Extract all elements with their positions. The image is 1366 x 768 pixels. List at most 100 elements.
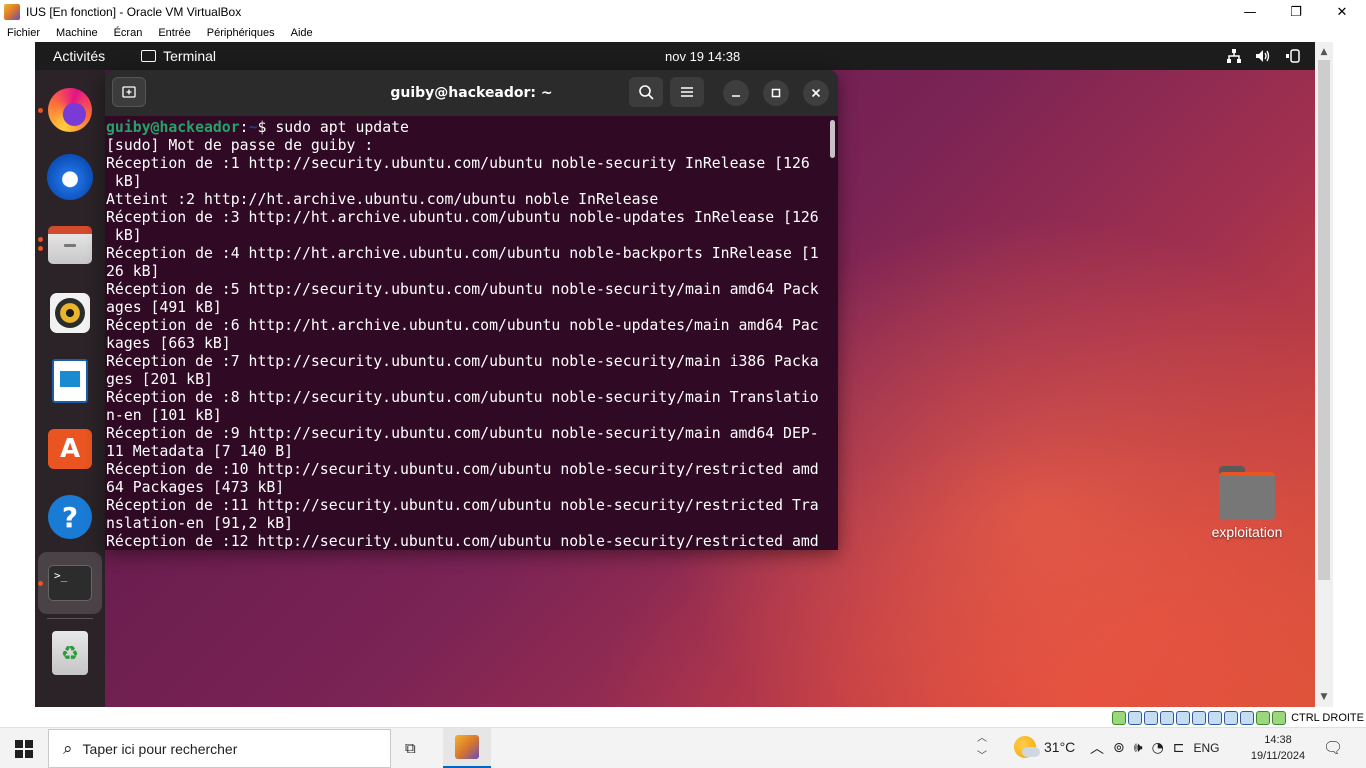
new-tab-icon — [122, 86, 136, 98]
input-language[interactable]: ENG — [1194, 741, 1220, 755]
folder-icon — [1219, 466, 1275, 520]
system-tray: ︿ ⊚ 🕪 ◔ ⊏ ENG — [1090, 728, 1220, 768]
menu-peripheriques[interactable]: Périphériques — [207, 27, 275, 39]
menu-ecran[interactable]: Écran — [114, 27, 143, 39]
weather-temperature: 31°C — [1044, 739, 1076, 755]
taskbar-date: 19/11/2024 — [1250, 750, 1306, 762]
terminal-output-line: Atteint :2 http://ht.archive.ubuntu.com/… — [106, 191, 659, 208]
terminal-icon: >_ — [48, 565, 92, 601]
host-key-label: CTRL DROITE — [1291, 712, 1364, 724]
search-placeholder: Taper ici pour rechercher — [82, 740, 238, 757]
display-icon[interactable] — [1208, 711, 1223, 725]
activities-button[interactable]: Activités — [53, 48, 105, 64]
optical-drive-icon[interactable] — [1128, 711, 1143, 725]
task-view-icon[interactable]: ⧉ — [405, 739, 425, 757]
guest-vertical-scrollbar[interactable]: ▲ ▼ — [1315, 42, 1333, 707]
minimize-button[interactable]: — — [1227, 0, 1273, 24]
search-icon: ⌕ — [63, 738, 73, 759]
dock-item-writer[interactable] — [45, 356, 95, 406]
shared-folders-icon[interactable] — [1192, 711, 1207, 725]
virtualbox-statusbar: CTRL DROITE — [1112, 710, 1364, 726]
taskbar-virtualbox-button[interactable] — [443, 728, 491, 768]
running-indicator — [38, 237, 43, 242]
desktop-folder-exploitation[interactable]: exploitation — [1199, 466, 1295, 540]
focused-app-label: Terminal — [163, 48, 217, 64]
dock-item-help[interactable]: ? — [45, 492, 95, 542]
maximize-icon — [771, 88, 781, 98]
audio-icon[interactable] — [1144, 711, 1159, 725]
topbar-clock[interactable]: nov 19 14:38 — [665, 42, 740, 70]
dock-item-files[interactable] — [45, 220, 95, 270]
windows-start-icon[interactable] — [15, 740, 33, 758]
terminal-output-line: Réception de :3 http://ht.archive.ubuntu… — [106, 209, 819, 226]
terminal-window[interactable]: guiby@hackeador: ~ guiby@hackeador:~$ su… — [105, 70, 838, 550]
terminal-output-line: Réception de :9 http://security.ubuntu.c… — [106, 425, 819, 442]
dock-item-firefox[interactable] — [45, 85, 95, 135]
terminal-output-line: kages [663 kB] — [106, 335, 231, 352]
terminal-output-line: Réception de :5 http://security.ubuntu.c… — [106, 281, 819, 298]
terminal-output-line: 64 Packages [473 kB] — [106, 479, 285, 496]
terminal-output-line: Réception de :11 http://security.ubuntu.… — [106, 497, 819, 514]
hamburger-menu-icon — [681, 87, 693, 97]
wifi-icon[interactable]: ◔ — [1152, 740, 1164, 756]
taskbar-overflow-arrows[interactable]: ︿ ﹀ — [976, 730, 988, 766]
hard-disk-icon[interactable] — [1112, 711, 1127, 725]
dock-item-thunderbird[interactable] — [45, 152, 95, 202]
terminal-maximize-button[interactable] — [763, 80, 789, 106]
menu-machine[interactable]: Machine — [56, 27, 98, 39]
terminal-command: sudo apt update — [275, 119, 409, 136]
terminal-output-line: ges [201 kB] — [106, 371, 213, 388]
terminal-close-button[interactable] — [803, 80, 829, 106]
notification-center-icon[interactable]: 🗨 — [1323, 738, 1343, 757]
recording-icon[interactable] — [1224, 711, 1239, 725]
help-icon: ? — [48, 495, 92, 539]
terminal-scrollbar[interactable] — [830, 120, 835, 158]
hamburger-menu-button[interactable] — [670, 77, 704, 107]
taskbar-search-box[interactable]: ⌕ Taper ici pour rechercher — [48, 729, 391, 768]
weather-widget[interactable]: 31°C — [1014, 736, 1075, 758]
terminal-headerbar[interactable]: guiby@hackeador: ~ — [105, 70, 838, 116]
scroll-up-icon[interactable]: ▲ — [1315, 44, 1333, 60]
virtualbox-window-title: IUS [En fonction] - Oracle VM VirtualBox — [26, 5, 242, 19]
host-margin — [0, 42, 35, 707]
menu-aide[interactable]: Aide — [291, 27, 313, 39]
focused-app-menu[interactable]: Terminal — [141, 48, 216, 64]
dock-item-terminal[interactable]: >_ — [45, 558, 95, 608]
network-adapter-icon[interactable] — [1160, 711, 1175, 725]
virtualbox-titlebar: IUS [En fonction] - Oracle VM VirtualBox… — [0, 0, 1366, 24]
scroll-down-icon[interactable]: ▼ — [1315, 689, 1333, 705]
battery-plug-icon[interactable]: ⊏ — [1173, 740, 1185, 756]
weather-icon — [1014, 736, 1040, 758]
menu-fichier[interactable]: Fichier — [7, 27, 40, 39]
dock-item-trash[interactable]: ♻ — [45, 628, 95, 678]
maximize-button[interactable]: ❐ — [1273, 0, 1319, 24]
search-button[interactable] — [629, 77, 663, 107]
menu-entree[interactable]: Entrée — [158, 27, 190, 39]
cpu-icon[interactable] — [1240, 711, 1255, 725]
system-menu[interactable] — [1227, 42, 1301, 70]
meet-now-icon[interactable]: ⊚ — [1113, 740, 1125, 756]
power-icon — [1286, 49, 1300, 63]
terminal-minimize-button[interactable] — [723, 80, 749, 106]
virtualbox-taskbar-icon — [455, 735, 479, 759]
guest-additions-icon[interactable] — [1256, 711, 1271, 725]
running-indicator — [38, 108, 43, 113]
dock-item-rhythmbox[interactable] — [45, 288, 95, 338]
close-button[interactable]: ✕ — [1319, 0, 1365, 24]
scrollbar-thumb[interactable] — [1318, 60, 1330, 580]
show-hidden-icons-chevron-icon[interactable]: ︿ — [1090, 738, 1104, 758]
speaker-icon[interactable]: 🕪 — [1134, 740, 1143, 756]
new-tab-button[interactable] — [112, 77, 146, 107]
virtualbox-menubar: Fichier Machine Écran Entrée Périphériqu… — [0, 24, 1366, 42]
keyboard-capture-icon[interactable] — [1272, 711, 1287, 725]
terminal-output-line: Réception de :12 http://security.ubuntu.… — [106, 533, 819, 550]
dock-separator — [47, 618, 93, 619]
terminal-output[interactable]: guiby@hackeador:~$ sudo apt update [sudo]… — [105, 116, 838, 550]
guest-screen[interactable]: Activités Terminal nov 19 14:38 A ? >_ ♻ — [35, 42, 1315, 707]
dock-item-app-center[interactable]: A — [45, 424, 95, 474]
taskbar-clock[interactable]: 14:38 19/11/2024 — [1246, 732, 1310, 764]
thunderbird-icon — [47, 154, 93, 200]
virtualbox-app-icon — [4, 4, 20, 20]
usb-icon[interactable] — [1176, 711, 1191, 725]
firefox-icon — [48, 88, 92, 132]
